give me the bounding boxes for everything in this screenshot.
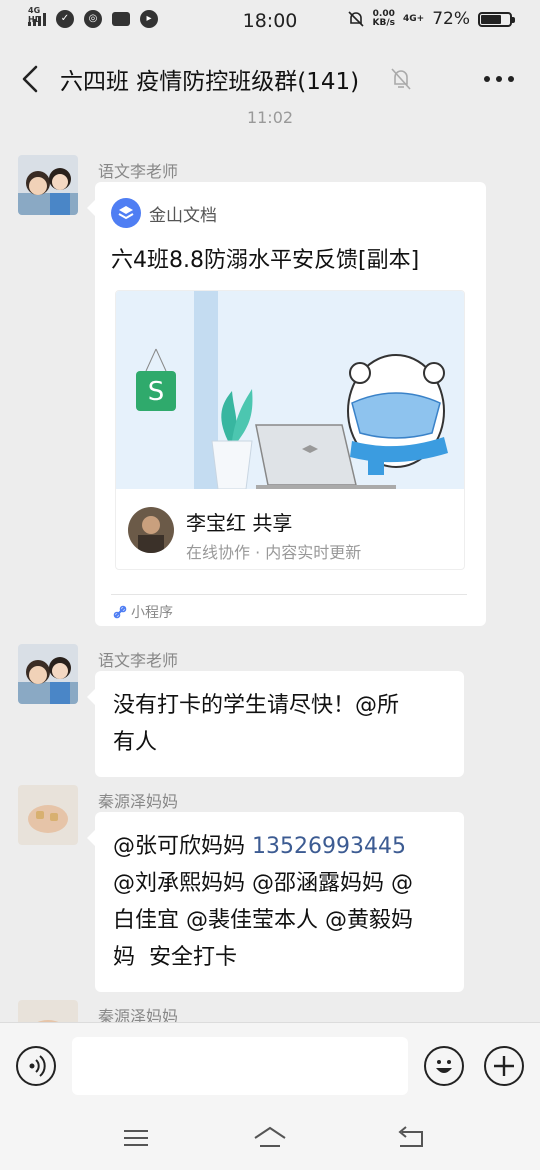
avatar[interactable] — [18, 644, 78, 704]
share-user: 李宝红 共享 — [186, 511, 293, 535]
back-icon[interactable] — [18, 62, 44, 96]
message-input[interactable] — [72, 1037, 408, 1095]
mini-program-card[interactable]: 金山文档 六4班8.8防溺水平安反馈[副本] S 李宝红 共享 在线协作 · 内… — [87, 182, 486, 626]
speed-unit: KB/s — [372, 18, 395, 28]
sender-name: 语文李老师 — [98, 162, 179, 181]
phone-number-link[interactable]: 13526993445 — [252, 834, 406, 859]
system-nav-bar — [0, 1110, 540, 1170]
text-message[interactable]: @张可欣妈妈 13526993445 @刘承熙妈妈 @邵涵露妈妈 @ 白佳宜 @… — [87, 812, 464, 992]
svg-text:S: S — [148, 377, 165, 407]
battery-fill — [481, 14, 502, 24]
mini-program-tag-label: 小程序 — [131, 605, 173, 621]
message-text: 没有打卡的学生请尽快！@所 有人 — [113, 693, 400, 755]
bell-off-icon — [391, 68, 411, 90]
document-illustration: S — [116, 291, 464, 489]
battery-icon — [478, 11, 515, 27]
share-info: 李宝红 共享 在线协作 · 内容实时更新 — [116, 489, 464, 569]
mini-program-name: 金山文档 — [149, 205, 217, 226]
battery-percent: 72% — [432, 9, 470, 29]
sender-name: 语文李老师 — [98, 651, 179, 670]
voice-button[interactable] — [16, 1046, 56, 1086]
message-text-part: @张可欣妈妈 — [113, 834, 252, 859]
link-icon — [113, 605, 127, 619]
document-preview: S 李宝红 共享 在线协作 · 内容实时更新 — [115, 290, 465, 570]
emoji-button[interactable] — [424, 1046, 464, 1086]
status-right-icons: 0.00 KB/s 4G+ 72% — [347, 9, 515, 29]
sender-name: 秦源泽妈妈 — [98, 792, 179, 811]
voice-icon — [29, 1055, 46, 1077]
divider — [111, 594, 467, 595]
avatar[interactable] — [18, 1000, 78, 1022]
message-timestamp: 11:02 — [246, 108, 294, 127]
document-title: 六4班8.8防溺水平安反馈[副本] — [111, 248, 420, 273]
mini-program-header: 金山文档 — [111, 198, 217, 228]
chat-title[interactable]: 六四班 疫情防控班级群(141) — [60, 62, 359, 96]
message-text-part: @刘承熙妈妈 @邵涵露妈妈 @ 白佳宜 @裴佳莹本人 @黄毅妈 妈 安全打卡 — [113, 871, 413, 970]
kingsoft-docs-logo-icon — [111, 198, 141, 228]
mini-program-tag: 小程序 — [113, 602, 173, 622]
menu-icon[interactable] — [120, 1124, 152, 1152]
message-text: @张可欣妈妈 13526993445 @刘承熙妈妈 @邵涵露妈妈 @ 白佳宜 @… — [95, 812, 464, 992]
home-icon[interactable] — [252, 1124, 288, 1152]
network-speed: 0.00 KB/s — [373, 10, 395, 28]
plus-button[interactable] — [484, 1046, 524, 1086]
emoji-icon — [436, 1060, 452, 1073]
chat-area[interactable]: 11:02 语文李老师 金山文档 六4班8.8防溺水平安反馈[副本] S 李宝红… — [0, 100, 540, 1022]
sender-name: 秦源泽妈妈 — [98, 1007, 179, 1022]
avatar[interactable] — [18, 155, 78, 215]
network-type-right: 4G+ — [403, 14, 425, 24]
avatar[interactable] — [18, 785, 78, 845]
back-nav-icon[interactable] — [396, 1124, 428, 1152]
sharer-avatar — [128, 507, 174, 553]
status-bar: 4G HD ✓ ◎ ▸ 18:00 0.00 KB/s 4G+ 72% — [0, 0, 540, 42]
alarm-off-icon — [347, 11, 364, 27]
plus-icon — [494, 1056, 514, 1076]
input-bar — [0, 1022, 540, 1110]
share-subtitle: 在线协作 · 内容实时更新 — [186, 543, 362, 562]
text-message[interactable]: 没有打卡的学生请尽快！@所 有人 — [87, 671, 464, 777]
more-dots-icon[interactable] — [484, 76, 514, 82]
